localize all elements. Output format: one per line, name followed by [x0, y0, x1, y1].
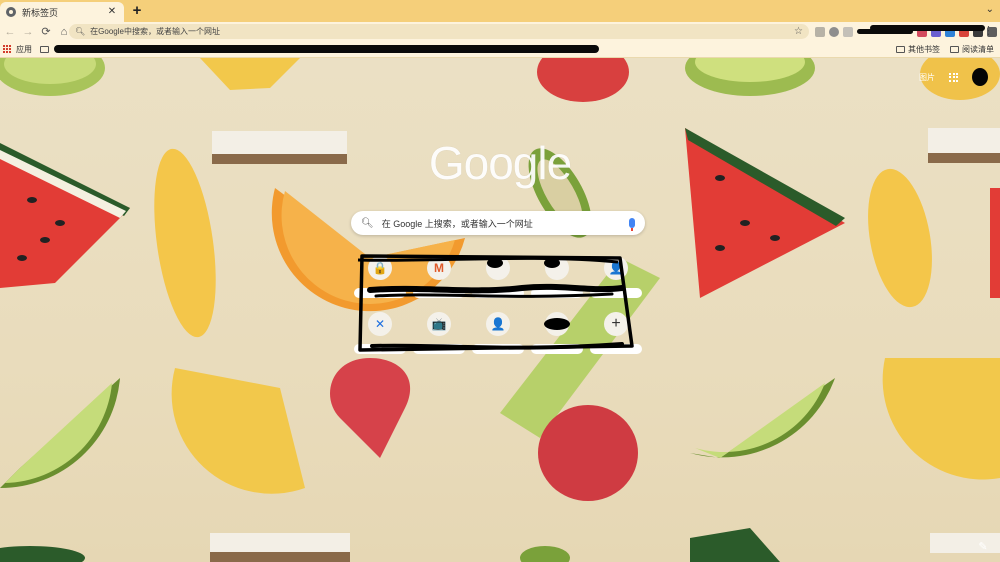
- shortcut-label: [472, 344, 524, 354]
- shortcut-tile[interactable]: ✕: [352, 308, 408, 360]
- shortcut-icon: [545, 256, 569, 280]
- apps-bookmark[interactable]: 应用: [0, 44, 32, 55]
- reload-button[interactable]: ⟳: [38, 24, 54, 40]
- reading-list-icon: [950, 46, 959, 53]
- search-placeholder: 在 Google 上搜索，或者输入一个网址: [381, 218, 533, 229]
- back-button[interactable]: ←: [2, 24, 18, 40]
- shortcut-icon: [486, 256, 510, 280]
- address-bar-placeholder: 在Google中搜索，或者输入一个网址: [90, 27, 220, 36]
- tab-strip: 新标签页 ✕ + ⌄: [0, 0, 1000, 22]
- microphone-icon[interactable]: [629, 218, 635, 231]
- shortcut-tile[interactable]: 👤: [588, 252, 644, 304]
- redacted-region: [54, 45, 599, 53]
- shortcut-label: [413, 288, 465, 298]
- apps-grid-icon: [3, 45, 11, 53]
- account-avatar[interactable]: [972, 68, 988, 86]
- search-box[interactable]: 🔍︎ 在 Google 上搜索，或者输入一个网址: [351, 211, 645, 235]
- other-bookmarks-label: 其他书签: [908, 45, 940, 54]
- shortcut-icon: 👤: [486, 312, 510, 336]
- other-bookmarks[interactable]: 其他书签: [896, 44, 940, 55]
- shortcut-label: [413, 344, 465, 354]
- shortcuts-grid: 🔒 M 👤 ✕ 📺 👤 +: [352, 252, 644, 360]
- google-apps-icon[interactable]: [949, 72, 958, 82]
- shortcut-tile[interactable]: 🔒: [352, 252, 408, 304]
- shortcut-label: [590, 344, 642, 354]
- chrome-menu-icon[interactable]: ⋮: [983, 25, 994, 37]
- shortcut-tile[interactable]: [529, 308, 585, 360]
- address-bar[interactable]: 🔍︎ 在Google中搜索，或者输入一个网址 ☆: [69, 24, 809, 39]
- ntp-top-links: 图片: [919, 68, 988, 86]
- images-link[interactable]: 图片: [919, 72, 935, 83]
- add-shortcut-button[interactable]: +: [588, 308, 644, 360]
- extension-icon[interactable]: [815, 26, 825, 37]
- shortcut-tile[interactable]: 👤: [470, 308, 526, 360]
- bookmarks-bar: 应用 其他书签 阅读清单: [0, 41, 1000, 58]
- apps-label: 应用: [16, 44, 32, 54]
- shortcut-icon: 📺: [427, 312, 451, 336]
- shortcut-label: [590, 288, 642, 298]
- extension-icon[interactable]: [829, 26, 839, 37]
- bookmark-star-icon[interactable]: ☆: [794, 26, 803, 37]
- shortcut-icon: M: [427, 256, 451, 280]
- tab-new-tab[interactable]: 新标签页 ✕: [0, 2, 124, 22]
- shortcut-icon: 👤: [604, 256, 628, 280]
- shortcut-label: [531, 288, 583, 298]
- shortcut-icon: ✕: [368, 312, 392, 336]
- shortcut-label: [472, 288, 524, 298]
- shortcut-tile[interactable]: [529, 252, 585, 304]
- close-icon[interactable]: ✕: [106, 6, 118, 18]
- extension-icon[interactable]: [843, 26, 853, 37]
- toolbar: ← → ⟳ ⌂ 🔍︎ 在Google中搜索，或者输入一个网址 ☆ ⋮: [0, 22, 1000, 41]
- reading-list-label: 阅读清单: [962, 45, 994, 54]
- shortcut-tile[interactable]: 📺: [411, 308, 467, 360]
- forward-button[interactable]: →: [20, 24, 36, 40]
- shortcut-label: [531, 344, 583, 354]
- new-tab-page: 图片 Google 🔍︎ 在 Google 上搜索，或者输入一个网址 🔒 M 👤: [0, 58, 1000, 562]
- folder-icon: [896, 46, 905, 53]
- shortcut-icon: 🔒: [368, 256, 392, 280]
- google-logo: Google: [428, 137, 572, 189]
- tab-title: 新标签页: [22, 7, 59, 18]
- shortcut-tile[interactable]: M: [411, 252, 467, 304]
- shortcut-icon: [545, 312, 569, 336]
- customize-pencil-icon[interactable]: ✎: [976, 540, 990, 554]
- tab-search-chevron-icon[interactable]: ⌄: [986, 4, 994, 15]
- new-tab-button[interactable]: +: [129, 3, 145, 19]
- shortcut-label: [354, 288, 406, 298]
- shortcut-tile[interactable]: [470, 252, 526, 304]
- chrome-icon: [6, 7, 16, 17]
- search-icon: 🔍︎: [75, 27, 86, 36]
- plus-icon: +: [604, 312, 628, 336]
- reading-list[interactable]: 阅读清单: [950, 44, 994, 55]
- folder-icon[interactable]: [40, 45, 49, 53]
- redacted-region: [870, 25, 985, 31]
- search-icon: 🔍︎: [361, 217, 374, 229]
- shortcut-label: [354, 344, 406, 354]
